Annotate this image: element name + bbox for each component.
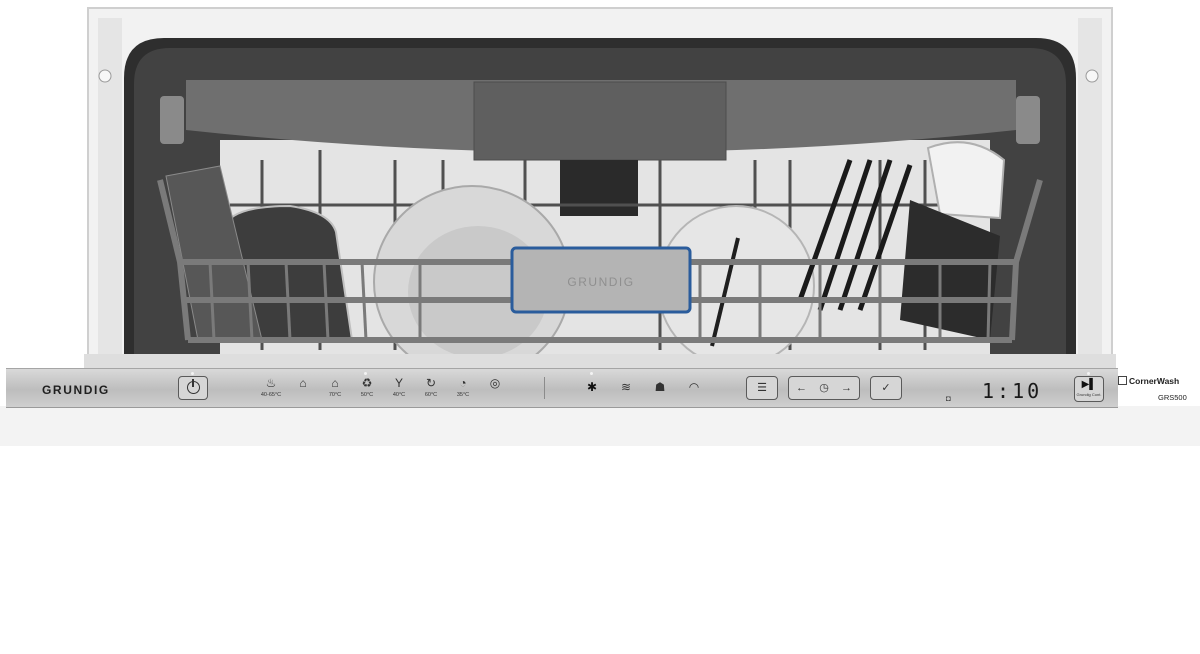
confirm-button[interactable]: ✓ (870, 376, 902, 400)
door-shadow (0, 406, 1200, 446)
control-panel: GRUNDIG ♨ 40-65°C ⌂ ⌂ 70°C ♻ 50°C Y 40°C… (6, 368, 1187, 408)
handle-logo: GRUNDIG (567, 275, 634, 289)
start-sublabel: Grundig Cont. (1076, 392, 1102, 397)
program-indicator (364, 372, 367, 375)
time-display: 1:10 (982, 379, 1043, 403)
start-pause-button[interactable]: ▶▌ Grundig Cont. (1074, 376, 1104, 402)
right-side-wall (1078, 18, 1102, 358)
start-indicator (1087, 372, 1090, 375)
program-temp: 50°C (360, 392, 374, 398)
program-button-2[interactable]: ⌂ (288, 376, 318, 392)
eco-icon: ♻ (361, 376, 373, 390)
mini-icon: ◔ (459, 376, 467, 390)
menu-icon: ☰ (757, 382, 767, 394)
pot-icon: ♨ (265, 376, 277, 390)
delay-plus-button[interactable]: → (841, 382, 852, 394)
program-temp: 40-65°C (260, 392, 282, 398)
program-temp: 35°C (456, 392, 470, 398)
prewash-icon: ◎ (489, 376, 501, 390)
panel-divider (544, 377, 545, 399)
left-rail-clip (160, 96, 184, 144)
auto-icon: ⌂ (299, 376, 307, 390)
power-indicator (191, 372, 194, 375)
program-temp: 40°C (392, 392, 406, 398)
intensive-icon: ⌂ (331, 376, 339, 390)
clock-icon: ◷ (819, 382, 829, 394)
cornerwash-label: CornerWash (1118, 376, 1179, 386)
cup (926, 141, 1006, 220)
cornerwash-text: CornerWash (1129, 376, 1180, 386)
program-button-5[interactable]: Y 40°C (384, 376, 414, 398)
left-side-wall (98, 18, 122, 358)
extra-dry-icon[interactable]: ◠ (684, 380, 704, 394)
program-button-8[interactable]: ◎ (480, 376, 510, 392)
check-icon: ✓ (881, 382, 891, 394)
glass-icon: Y (394, 376, 403, 390)
model-number: GRS500 (1158, 393, 1187, 402)
program-button-3[interactable]: ⌂ 70°C (320, 376, 350, 398)
program-button-1[interactable]: ♨ 40-65°C (256, 376, 286, 398)
delay-minus-button[interactable]: ← (796, 382, 807, 394)
brand-logo: GRUNDIG (42, 383, 110, 397)
program-temp: 60°C (424, 392, 438, 398)
right-rail-clip (1016, 96, 1040, 144)
program-button-6[interactable]: ↻ 60°C (416, 376, 446, 398)
right-hinge-screw (1085, 69, 1099, 83)
menu-button[interactable]: ☰ (746, 376, 778, 400)
delay-timer-control: ← ◷ → (788, 376, 860, 400)
steam-icon[interactable]: ✱ (582, 380, 602, 394)
door-top-edge (84, 354, 1116, 368)
power-button[interactable] (178, 376, 208, 400)
center-drain (560, 160, 638, 216)
program-button-4[interactable]: ♻ 50°C (352, 376, 382, 398)
power-icon (187, 379, 200, 394)
play-pause-icon: ▶▌ (1081, 379, 1097, 390)
left-hinge-screw (98, 69, 112, 83)
half-load-icon[interactable]: ≋ (616, 380, 636, 394)
spray-arm-housing (473, 81, 727, 161)
program-temp: 70°C (328, 392, 342, 398)
cornerwash-icon (1118, 376, 1127, 385)
camera-icon: ◘ (946, 394, 951, 403)
option-indicator (590, 372, 593, 375)
dishwasher-scene: GRUNDIG (0, 7, 1200, 654)
shine-icon[interactable]: ☗ (650, 380, 670, 394)
quick-icon: ↻ (425, 376, 437, 390)
program-button-7[interactable]: ◔ 35°C (448, 376, 478, 398)
